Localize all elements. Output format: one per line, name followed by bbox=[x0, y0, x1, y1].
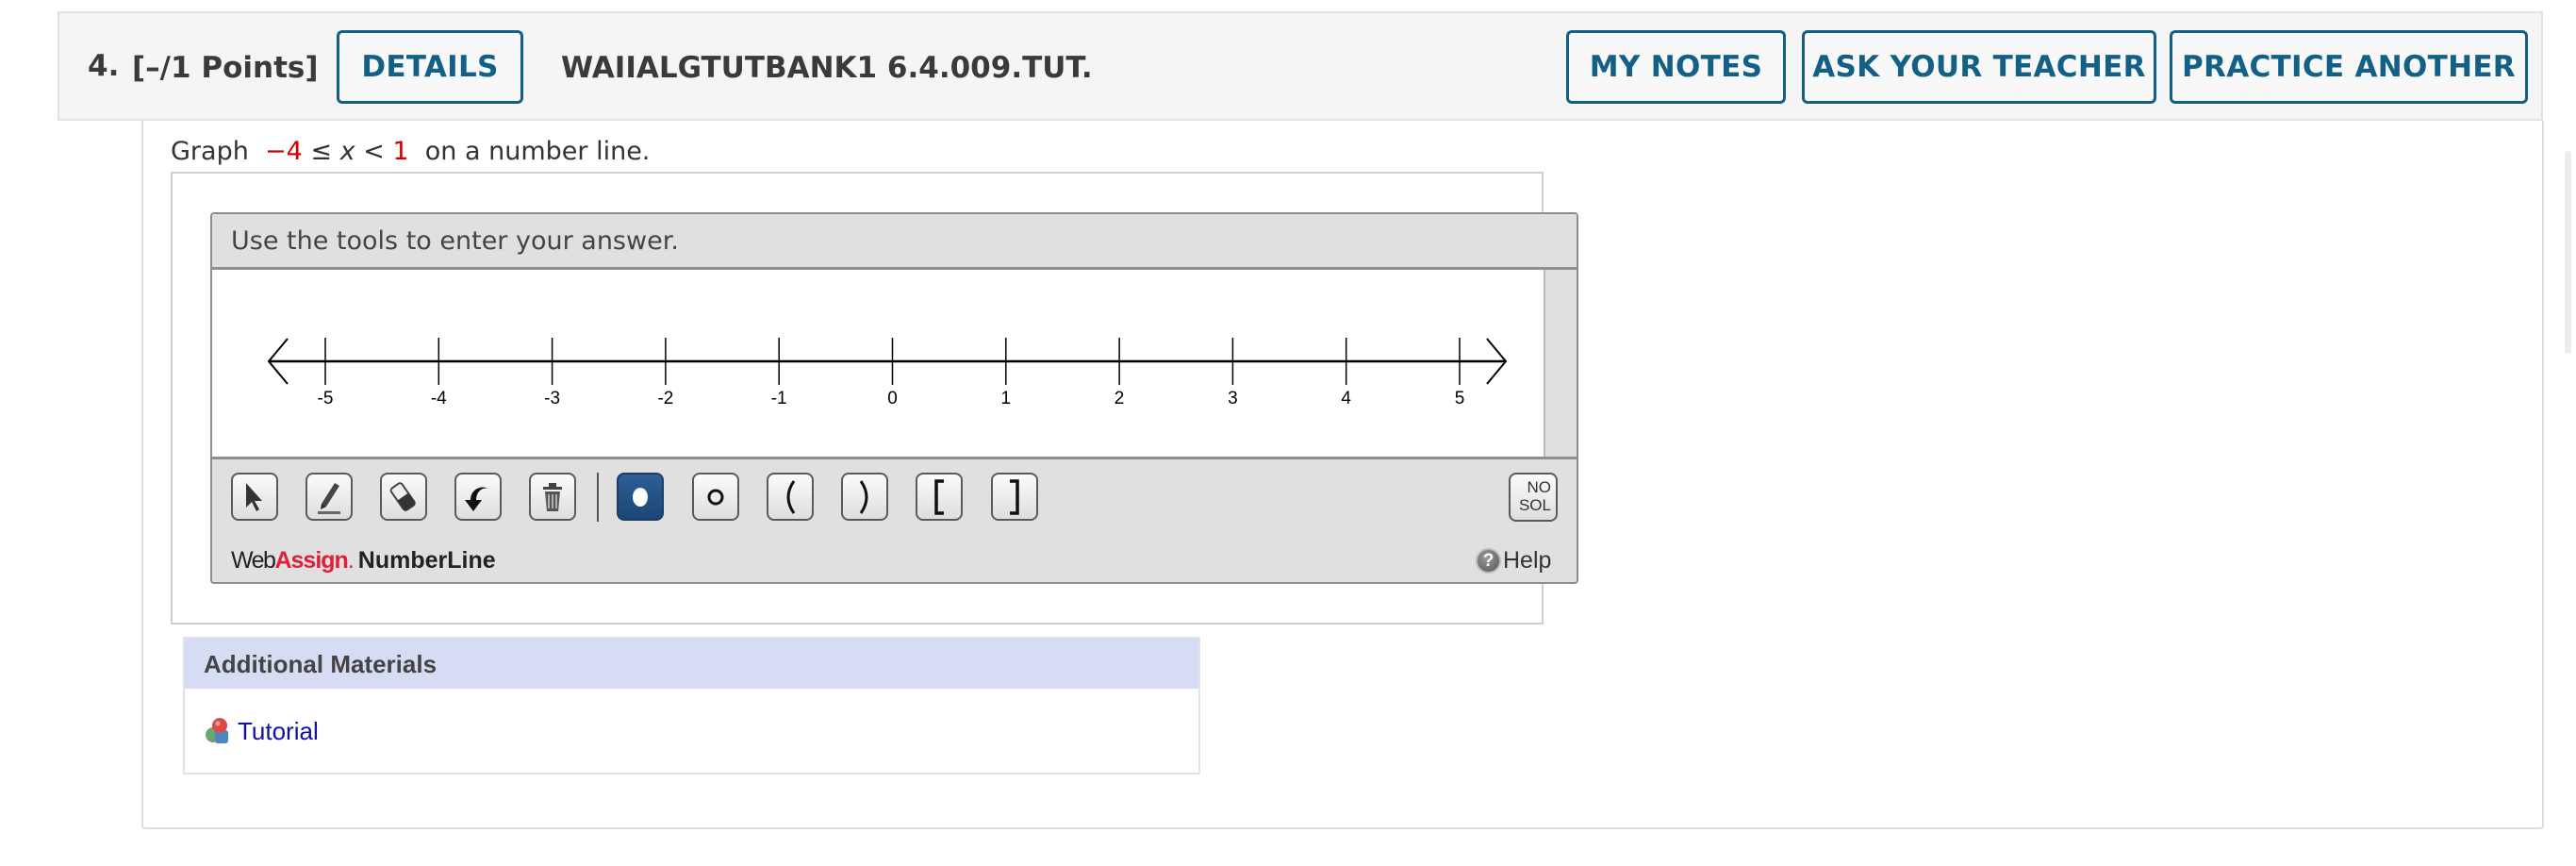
undo-tool-button[interactable] bbox=[454, 473, 502, 521]
filled-circle-icon bbox=[633, 487, 648, 507]
question-number: 4. bbox=[88, 49, 120, 83]
prompt-lower-bound: −4 bbox=[265, 137, 303, 166]
right-bracket-tool-button[interactable] bbox=[991, 473, 1038, 521]
help-label: Help bbox=[1503, 547, 1552, 574]
webassign-numberline-logo: WebAssign. NumberLine bbox=[231, 547, 496, 575]
tick-label: 0 bbox=[887, 389, 898, 408]
trash-icon bbox=[543, 482, 562, 511]
prompt-operator: ≤ bbox=[310, 137, 333, 166]
pencil-tool-button[interactable] bbox=[305, 473, 353, 521]
eraser-tool-button[interactable] bbox=[380, 473, 427, 521]
left-bracket-icon bbox=[934, 478, 944, 515]
right-bracket-icon bbox=[1010, 478, 1019, 515]
tick-label: 2 bbox=[1115, 389, 1125, 408]
no-solution-label: NO bbox=[1527, 478, 1552, 496]
numberline-widget: Use the tools to enter your answer. -5 -4… bbox=[210, 212, 1578, 584]
widget-footer: WebAssign. NumberLine ? Help bbox=[212, 538, 1577, 582]
widget-toolbar: NO SOL bbox=[212, 457, 1577, 541]
details-button[interactable]: DETAILS bbox=[337, 30, 523, 104]
no-solution-button[interactable]: NO SOL bbox=[1509, 473, 1558, 522]
open-circle-icon bbox=[707, 489, 724, 505]
tick-label: 3 bbox=[1228, 389, 1238, 408]
tick-label: 5 bbox=[1455, 389, 1465, 408]
additional-materials-panel: Additional Materials Tutorial bbox=[183, 637, 1200, 774]
my-notes-button[interactable]: MY NOTES bbox=[1566, 30, 1786, 104]
practice-another-button[interactable]: PRACTICE ANOTHER bbox=[2170, 30, 2528, 104]
logo-web: Web bbox=[231, 547, 276, 574]
left-bracket-tool-button[interactable] bbox=[916, 473, 963, 521]
tutorial-link[interactable]: Tutorial bbox=[204, 716, 319, 746]
question-prompt: Graph −4 ≤ x < 1 on a number line. bbox=[171, 137, 650, 166]
scrollbar[interactable] bbox=[2565, 151, 2571, 354]
logo-dot: . bbox=[347, 547, 355, 574]
additional-materials-title: Additional Materials bbox=[204, 650, 438, 678]
tick-label: -5 bbox=[318, 389, 334, 408]
question-id: WAIIALGTUTBANK1 6.4.009.TUT. bbox=[561, 51, 1093, 85]
pointer-tool-button[interactable] bbox=[231, 473, 278, 521]
no-solution-label: SOL bbox=[1518, 496, 1551, 514]
prompt-operator: < bbox=[363, 137, 385, 166]
undo-icon bbox=[465, 487, 488, 511]
left-paren-tool-button[interactable] bbox=[767, 473, 814, 521]
widget-header: Use the tools to enter your answer. bbox=[212, 214, 1577, 270]
tick-label: 4 bbox=[1341, 389, 1351, 408]
prompt-variable: x bbox=[339, 137, 355, 166]
tick-label: -1 bbox=[771, 389, 787, 408]
left-paren-icon bbox=[786, 479, 796, 514]
pencil-icon bbox=[318, 482, 340, 514]
tick-label: -2 bbox=[657, 389, 673, 408]
closed-point-tool-button[interactable] bbox=[617, 473, 664, 521]
question-header: 4. [–/1 Points] DETAILS WAIIALGTUTBANK1 … bbox=[58, 11, 2543, 121]
question-points: [–/1 Points] bbox=[132, 51, 319, 85]
logo-product: NumberLine bbox=[357, 547, 496, 574]
prompt-text: on a number line. bbox=[424, 137, 651, 166]
open-point-tool-button[interactable] bbox=[692, 473, 739, 521]
right-paren-tool-button[interactable] bbox=[841, 473, 888, 521]
prompt-text: Graph bbox=[171, 137, 249, 166]
toolbar-separator bbox=[597, 473, 599, 522]
right-paren-icon bbox=[859, 479, 868, 514]
tick-label: 1 bbox=[1001, 389, 1012, 408]
cursor-arrow-icon bbox=[246, 482, 262, 511]
widget-instructions: Use the tools to enter your answer. bbox=[231, 226, 679, 256]
tick-label: -3 bbox=[544, 389, 560, 408]
help-icon: ? bbox=[1476, 548, 1501, 574]
tutorial-link-label[interactable]: Tutorial bbox=[238, 717, 319, 746]
eraser-icon bbox=[389, 481, 416, 511]
ask-your-teacher-button[interactable]: ASK YOUR TEACHER bbox=[1802, 30, 2156, 104]
tick-label: -4 bbox=[431, 389, 447, 408]
additional-materials-header: Additional Materials bbox=[185, 639, 1198, 689]
tutorial-icon bbox=[206, 718, 228, 743]
delete-tool-button[interactable] bbox=[529, 473, 576, 521]
numberline-svg[interactable]: -5 -4 -3 -2 -1 0 1 2 3 4 5 bbox=[212, 270, 1544, 457]
help-link[interactable]: ? Help bbox=[1476, 547, 1551, 575]
logo-assign: Assign bbox=[274, 547, 348, 574]
numberline-canvas[interactable]: -5 -4 -3 -2 -1 0 1 2 3 4 5 bbox=[212, 270, 1545, 457]
prompt-upper-bound: 1 bbox=[392, 137, 409, 166]
